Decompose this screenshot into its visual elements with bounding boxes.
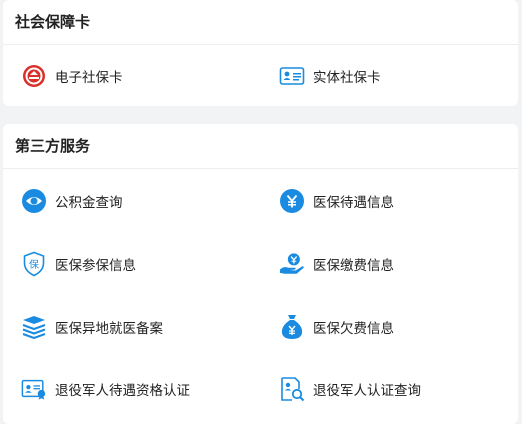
third-party-services-section: 第三方服务 公积金查询 医保待遇信息 保 医保参保信息 医保缴费信息 医保异地就… (3, 124, 518, 424)
third-party-services-title: 第三方服务 (3, 124, 518, 169)
yen-circle-icon (279, 188, 305, 214)
physical-social-card-label: 实体社保卡 (313, 70, 381, 86)
stack-icon (21, 314, 47, 340)
veteran-benefit-cert-label: 退役军人待遇资格认证 (55, 383, 190, 399)
veteran-cert-query-item[interactable]: 退役军人认证查询 (279, 374, 421, 404)
medical-offsite-filing-label: 医保异地就医备案 (55, 321, 163, 337)
money-bag-icon (279, 314, 305, 340)
housing-fund-query-item[interactable]: 公积金查询 (21, 186, 123, 216)
medical-payment-info-item[interactable]: 医保缴费信息 (279, 249, 394, 279)
shield-icon: 保 (21, 251, 47, 277)
electronic-social-card-item[interactable]: 电子社保卡 (21, 61, 123, 91)
medical-insured-info-label: 医保参保信息 (55, 258, 136, 274)
veteran-benefit-cert-item[interactable]: 退役军人待遇资格认证 (21, 374, 190, 404)
social-card-section: 社会保障卡 电子社保卡 实体社保卡 (3, 0, 518, 106)
medical-payment-info-label: 医保缴费信息 (313, 258, 394, 274)
physical-social-card-item[interactable]: 实体社保卡 (279, 61, 381, 91)
medical-insured-info-item[interactable]: 保 医保参保信息 (21, 249, 136, 279)
eye-icon (21, 188, 47, 214)
emblem-icon (21, 63, 47, 89)
medical-arrears-info-item[interactable]: 医保欠费信息 (279, 312, 394, 342)
document-search-icon (279, 376, 305, 402)
medical-offsite-filing-item[interactable]: 医保异地就医备案 (21, 312, 163, 342)
certificate-icon (21, 376, 47, 402)
veteran-cert-query-label: 退役军人认证查询 (313, 383, 421, 399)
electronic-social-card-label: 电子社保卡 (55, 70, 123, 86)
medical-benefit-info-label: 医保待遇信息 (313, 195, 394, 211)
svg-text:保: 保 (29, 258, 39, 271)
id-card-icon (279, 63, 305, 89)
housing-fund-query-label: 公积金查询 (55, 195, 123, 211)
hand-yen-icon (279, 251, 305, 277)
medical-arrears-info-label: 医保欠费信息 (313, 321, 394, 337)
medical-benefit-info-item[interactable]: 医保待遇信息 (279, 186, 394, 216)
social-card-title: 社会保障卡 (3, 0, 518, 45)
